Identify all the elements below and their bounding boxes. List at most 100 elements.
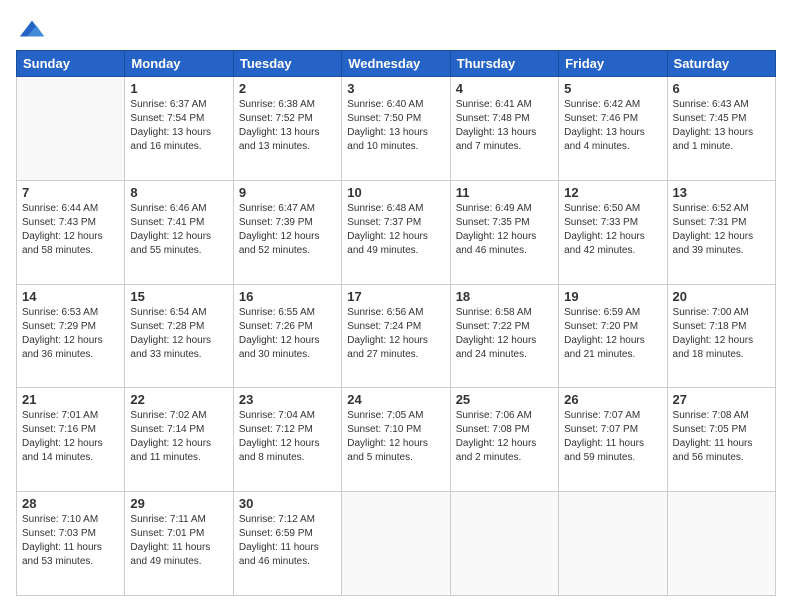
day-info: Sunrise: 7:11 AM Sunset: 7:01 PM Dayligh… <box>130 513 227 569</box>
logo <box>16 16 46 40</box>
day-info: Sunrise: 7:02 AM Sunset: 7:14 PM Dayligh… <box>130 409 227 465</box>
weekday-header-tuesday: Tuesday <box>233 51 341 77</box>
day-info: Sunrise: 6:44 AM Sunset: 7:43 PM Dayligh… <box>22 202 119 258</box>
calendar-cell: 17 Sunrise: 6:56 AM Sunset: 7:24 PM Dayli… <box>342 284 450 388</box>
day-number: 10 <box>347 185 444 200</box>
day-number: 25 <box>456 392 553 407</box>
calendar-cell <box>17 77 125 181</box>
calendar-cell: 12 Sunrise: 6:50 AM Sunset: 7:33 PM Dayli… <box>559 180 667 284</box>
day-info: Sunrise: 6:52 AM Sunset: 7:31 PM Dayligh… <box>673 202 770 258</box>
day-number: 4 <box>456 81 553 96</box>
day-number: 8 <box>130 185 227 200</box>
day-number: 23 <box>239 392 336 407</box>
calendar-table: SundayMondayTuesdayWednesdayThursdayFrid… <box>16 50 776 596</box>
day-info: Sunrise: 6:38 AM Sunset: 7:52 PM Dayligh… <box>239 98 336 154</box>
calendar-cell: 24 Sunrise: 7:05 AM Sunset: 7:10 PM Dayli… <box>342 388 450 492</box>
day-info: Sunrise: 6:37 AM Sunset: 7:54 PM Dayligh… <box>130 98 227 154</box>
day-info: Sunrise: 6:49 AM Sunset: 7:35 PM Dayligh… <box>456 202 553 258</box>
day-number: 12 <box>564 185 661 200</box>
day-info: Sunrise: 7:01 AM Sunset: 7:16 PM Dayligh… <box>22 409 119 465</box>
calendar-cell: 26 Sunrise: 7:07 AM Sunset: 7:07 PM Dayli… <box>559 388 667 492</box>
day-number: 14 <box>22 289 119 304</box>
weekday-header-thursday: Thursday <box>450 51 558 77</box>
day-number: 11 <box>456 185 553 200</box>
weekday-header-saturday: Saturday <box>667 51 775 77</box>
day-info: Sunrise: 6:56 AM Sunset: 7:24 PM Dayligh… <box>347 306 444 362</box>
calendar-cell: 13 Sunrise: 6:52 AM Sunset: 7:31 PM Dayli… <box>667 180 775 284</box>
day-info: Sunrise: 6:46 AM Sunset: 7:41 PM Dayligh… <box>130 202 227 258</box>
calendar-cell: 10 Sunrise: 6:48 AM Sunset: 7:37 PM Dayli… <box>342 180 450 284</box>
calendar-cell: 29 Sunrise: 7:11 AM Sunset: 7:01 PM Dayli… <box>125 492 233 596</box>
day-info: Sunrise: 7:04 AM Sunset: 7:12 PM Dayligh… <box>239 409 336 465</box>
day-info: Sunrise: 6:50 AM Sunset: 7:33 PM Dayligh… <box>564 202 661 258</box>
day-info: Sunrise: 6:42 AM Sunset: 7:46 PM Dayligh… <box>564 98 661 154</box>
weekday-header-monday: Monday <box>125 51 233 77</box>
calendar-cell: 7 Sunrise: 6:44 AM Sunset: 7:43 PM Daylig… <box>17 180 125 284</box>
calendar-cell <box>559 492 667 596</box>
day-number: 3 <box>347 81 444 96</box>
day-number: 18 <box>456 289 553 304</box>
day-info: Sunrise: 6:58 AM Sunset: 7:22 PM Dayligh… <box>456 306 553 362</box>
calendar-cell: 25 Sunrise: 7:06 AM Sunset: 7:08 PM Dayli… <box>450 388 558 492</box>
day-info: Sunrise: 7:12 AM Sunset: 6:59 PM Dayligh… <box>239 513 336 569</box>
calendar-week-row-3: 21 Sunrise: 7:01 AM Sunset: 7:16 PM Dayli… <box>17 388 776 492</box>
calendar-week-row-1: 7 Sunrise: 6:44 AM Sunset: 7:43 PM Daylig… <box>17 180 776 284</box>
day-info: Sunrise: 6:48 AM Sunset: 7:37 PM Dayligh… <box>347 202 444 258</box>
weekday-header-friday: Friday <box>559 51 667 77</box>
day-info: Sunrise: 7:06 AM Sunset: 7:08 PM Dayligh… <box>456 409 553 465</box>
calendar-cell: 6 Sunrise: 6:43 AM Sunset: 7:45 PM Daylig… <box>667 77 775 181</box>
weekday-header-row: SundayMondayTuesdayWednesdayThursdayFrid… <box>17 51 776 77</box>
calendar-cell: 5 Sunrise: 6:42 AM Sunset: 7:46 PM Daylig… <box>559 77 667 181</box>
day-number: 29 <box>130 496 227 511</box>
calendar-cell: 27Sunrise: 7:08 AM Sunset: 7:05 PM Dayli… <box>667 388 775 492</box>
day-info: Sunrise: 6:59 AM Sunset: 7:20 PM Dayligh… <box>564 306 661 362</box>
calendar-cell: 1Sunrise: 6:37 AM Sunset: 7:54 PM Daylig… <box>125 77 233 181</box>
day-number: 5 <box>564 81 661 96</box>
day-number: 15 <box>130 289 227 304</box>
calendar-cell: 22 Sunrise: 7:02 AM Sunset: 7:14 PM Dayli… <box>125 388 233 492</box>
calendar-week-row-0: 1Sunrise: 6:37 AM Sunset: 7:54 PM Daylig… <box>17 77 776 181</box>
day-number: 2 <box>239 81 336 96</box>
calendar-cell: 18 Sunrise: 6:58 AM Sunset: 7:22 PM Dayli… <box>450 284 558 388</box>
day-number: 24 <box>347 392 444 407</box>
day-number: 13 <box>673 185 770 200</box>
day-info: Sunrise: 7:07 AM Sunset: 7:07 PM Dayligh… <box>564 409 661 465</box>
day-info: Sunrise: 6:40 AM Sunset: 7:50 PM Dayligh… <box>347 98 444 154</box>
day-number: 16 <box>239 289 336 304</box>
weekday-header-wednesday: Wednesday <box>342 51 450 77</box>
calendar-week-row-4: 28Sunrise: 7:10 AM Sunset: 7:03 PM Dayli… <box>17 492 776 596</box>
calendar-cell: 21 Sunrise: 7:01 AM Sunset: 7:16 PM Dayli… <box>17 388 125 492</box>
calendar-cell <box>667 492 775 596</box>
header <box>16 16 776 40</box>
day-number: 7 <box>22 185 119 200</box>
day-info: Sunrise: 7:05 AM Sunset: 7:10 PM Dayligh… <box>347 409 444 465</box>
calendar-cell: 8 Sunrise: 6:46 AM Sunset: 7:41 PM Daylig… <box>125 180 233 284</box>
calendar-cell: 4Sunrise: 6:41 AM Sunset: 7:48 PM Daylig… <box>450 77 558 181</box>
day-number: 22 <box>130 392 227 407</box>
day-info: Sunrise: 6:53 AM Sunset: 7:29 PM Dayligh… <box>22 306 119 362</box>
day-number: 21 <box>22 392 119 407</box>
day-info: Sunrise: 6:47 AM Sunset: 7:39 PM Dayligh… <box>239 202 336 258</box>
calendar-cell: 14 Sunrise: 6:53 AM Sunset: 7:29 PM Dayli… <box>17 284 125 388</box>
day-info: Sunrise: 6:43 AM Sunset: 7:45 PM Dayligh… <box>673 98 770 154</box>
calendar-cell <box>342 492 450 596</box>
day-info: Sunrise: 6:54 AM Sunset: 7:28 PM Dayligh… <box>130 306 227 362</box>
calendar-cell: 11 Sunrise: 6:49 AM Sunset: 7:35 PM Dayli… <box>450 180 558 284</box>
calendar-cell: 2 Sunrise: 6:38 AM Sunset: 7:52 PM Daylig… <box>233 77 341 181</box>
day-info: Sunrise: 7:00 AM Sunset: 7:18 PM Dayligh… <box>673 306 770 362</box>
calendar-cell: 28Sunrise: 7:10 AM Sunset: 7:03 PM Dayli… <box>17 492 125 596</box>
day-number: 6 <box>673 81 770 96</box>
day-number: 17 <box>347 289 444 304</box>
day-number: 20 <box>673 289 770 304</box>
day-number: 26 <box>564 392 661 407</box>
calendar-cell: 23 Sunrise: 7:04 AM Sunset: 7:12 PM Dayli… <box>233 388 341 492</box>
calendar-cell: 3 Sunrise: 6:40 AM Sunset: 7:50 PM Daylig… <box>342 77 450 181</box>
calendar-cell: 15 Sunrise: 6:54 AM Sunset: 7:28 PM Dayli… <box>125 284 233 388</box>
day-number: 9 <box>239 185 336 200</box>
page: SundayMondayTuesdayWednesdayThursdayFrid… <box>0 0 792 612</box>
calendar-week-row-2: 14 Sunrise: 6:53 AM Sunset: 7:29 PM Dayli… <box>17 284 776 388</box>
day-info: Sunrise: 7:08 AM Sunset: 7:05 PM Dayligh… <box>673 409 770 465</box>
day-info: Sunrise: 6:55 AM Sunset: 7:26 PM Dayligh… <box>239 306 336 362</box>
logo-icon <box>18 16 46 44</box>
day-info: Sunrise: 7:10 AM Sunset: 7:03 PM Dayligh… <box>22 513 119 569</box>
